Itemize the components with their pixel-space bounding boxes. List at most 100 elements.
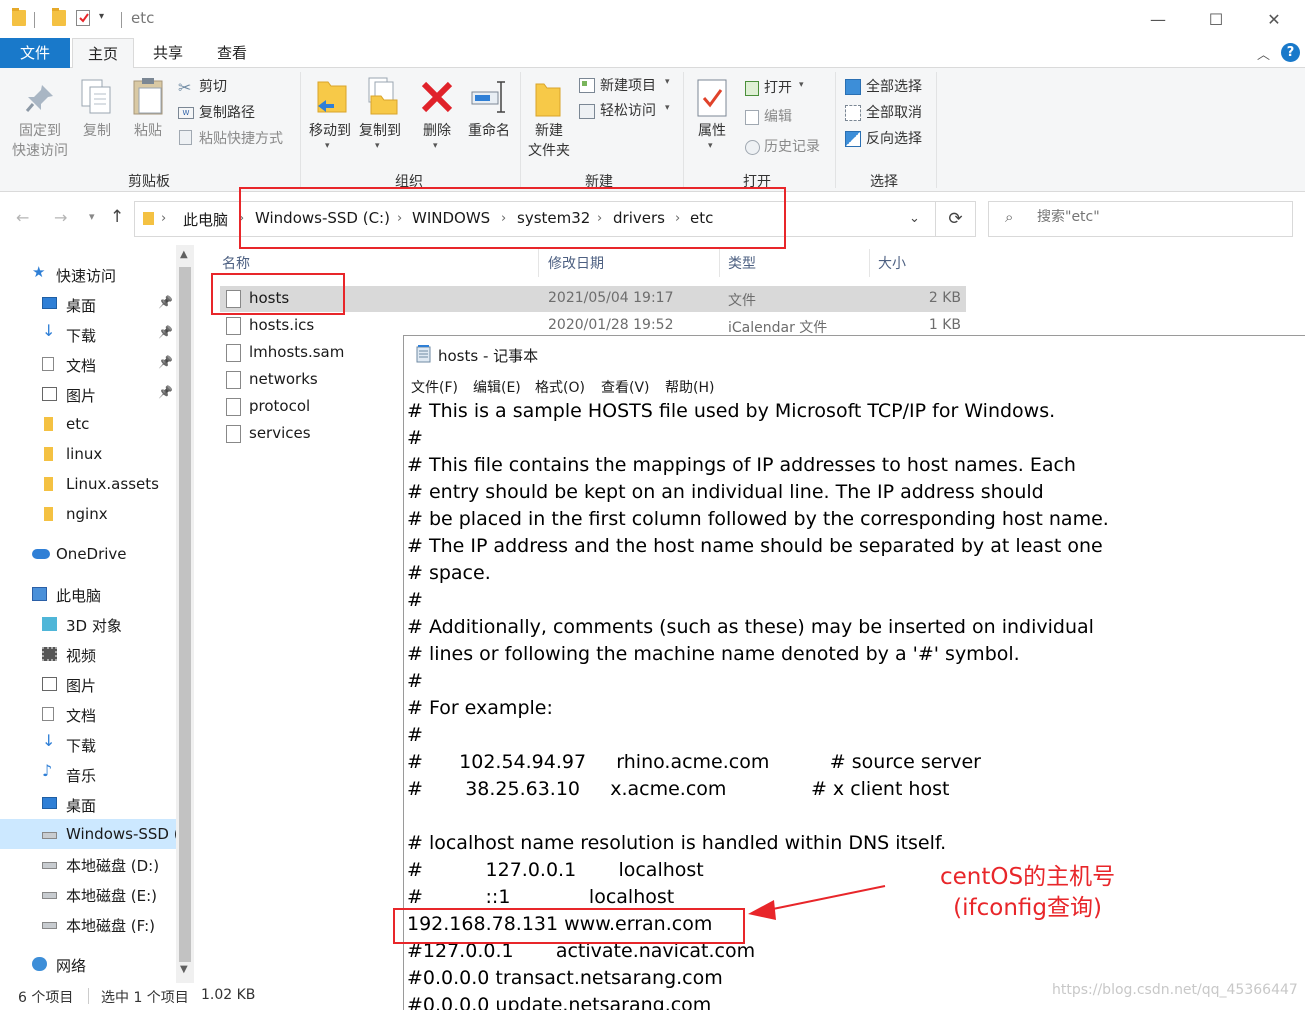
- breadcrumb-separator[interactable]: ›: [161, 211, 166, 226]
- selected-size: 1.02 KB: [201, 987, 256, 1003]
- menu-edit[interactable]: 编辑(E): [473, 377, 521, 397]
- properties-label: 属性: [698, 123, 726, 139]
- column-header-type[interactable]: 类型: [728, 253, 756, 273]
- paste-shortcut-label: 粘贴快捷方式: [199, 131, 283, 147]
- folder-icon: [44, 447, 53, 461]
- new-item-label: 新建项目: [600, 78, 656, 94]
- pin-icon: 📌: [158, 295, 173, 309]
- edit-icon: [745, 110, 759, 125]
- nav-item[interactable]: 网络: [0, 949, 176, 979]
- nav-item-label: 文档: [66, 707, 97, 725]
- tab-file[interactable]: 文件: [0, 38, 70, 68]
- nav-item[interactable]: 桌面: [0, 789, 176, 819]
- nav-scrollbar-thumb[interactable]: [179, 267, 191, 962]
- menu-view[interactable]: 查看(V): [601, 377, 650, 397]
- title-bar: ▾ etc — ☐ ✕: [0, 0, 1305, 38]
- column-header-date[interactable]: 修改日期: [548, 253, 604, 273]
- scissors-icon: ✂: [178, 78, 192, 97]
- tab-share[interactable]: 共享: [140, 38, 196, 68]
- tab-view[interactable]: 查看: [204, 38, 260, 68]
- close-button[interactable]: ✕: [1245, 0, 1303, 38]
- notepad-title-bar[interactable]: hosts - 记事本: [404, 336, 1305, 372]
- nav-item[interactable]: 本地磁盘 (E:): [0, 879, 176, 909]
- column-header-name[interactable]: 名称: [222, 253, 250, 273]
- file-size: 2 KB: [928, 290, 961, 306]
- nav-item[interactable]: ↓ 下载: [0, 729, 176, 759]
- maximize-button[interactable]: ☐: [1187, 0, 1245, 38]
- up-icon[interactable]: ↑: [110, 207, 124, 227]
- collapse-ribbon-icon[interactable]: ︿: [1257, 44, 1270, 63]
- nav-item[interactable]: ♪ 音乐: [0, 759, 176, 789]
- breadcrumb-this-pc[interactable]: 此电脑: [183, 209, 228, 230]
- nav-item[interactable]: linux: [0, 439, 176, 469]
- column-header-size[interactable]: 大小: [878, 253, 906, 273]
- nav-item[interactable]: 3D 对象: [0, 609, 176, 639]
- column-separator[interactable]: [538, 249, 539, 277]
- scroll-down-icon[interactable]: ▼: [180, 964, 188, 975]
- recent-locations-icon[interactable]: ▾: [89, 210, 95, 223]
- file-name: lmhosts.sam: [249, 343, 345, 361]
- nav-item-label: linux: [66, 445, 103, 463]
- rename-icon: [471, 81, 505, 113]
- file-icon: [226, 371, 241, 389]
- folder-icon: [12, 8, 26, 26]
- nav-item[interactable]: 桌面 📌: [0, 289, 176, 319]
- nav-item[interactable]: 本地磁盘 (D:): [0, 849, 176, 879]
- cube-icon: [42, 617, 57, 631]
- nav-item[interactable]: Linux.assets: [0, 469, 176, 499]
- select-none-icon: [845, 105, 861, 121]
- nav-item[interactable]: nginx: [0, 499, 176, 529]
- minimize-button[interactable]: —: [1129, 0, 1187, 38]
- paste-label: 粘贴: [134, 123, 162, 139]
- copy-icon: [81, 79, 111, 114]
- document-icon: [42, 707, 54, 721]
- file-icon: [226, 344, 241, 362]
- forward-icon[interactable]: →: [54, 208, 67, 227]
- nav-item[interactable]: ★ 快速访问: [0, 259, 176, 289]
- nav-item[interactable]: 图片 📌: [0, 379, 176, 409]
- help-icon[interactable]: ?: [1281, 43, 1300, 62]
- column-separator[interactable]: [869, 249, 870, 277]
- nav-item[interactable]: 本地磁盘 (F:): [0, 909, 176, 939]
- nav-item[interactable]: 视频: [0, 639, 176, 669]
- nav-item[interactable]: ↓ 下载 📌: [0, 319, 176, 349]
- file-icon: [226, 425, 241, 443]
- nav-item[interactable]: etc: [0, 409, 176, 439]
- nav-item[interactable]: OneDrive: [0, 539, 176, 569]
- delete-label: 删除: [423, 123, 451, 139]
- address-history-chevron-icon[interactable]: ⌄: [909, 211, 920, 226]
- column-separator[interactable]: [719, 249, 720, 277]
- search-input[interactable]: [1037, 209, 1277, 225]
- music-icon: ♪: [42, 761, 53, 780]
- nav-scrollbar[interactable]: ▲ ▼: [176, 245, 194, 983]
- folder-icon: [44, 507, 53, 521]
- nav-item-label: 桌面: [66, 797, 97, 815]
- nav-item[interactable]: Windows-SSD (: [0, 819, 180, 849]
- path-icon: W: [178, 107, 194, 119]
- document-icon: [42, 357, 54, 371]
- back-icon[interactable]: ←: [16, 208, 29, 227]
- title-separator: [121, 12, 122, 28]
- nav-item[interactable]: 此电脑: [0, 579, 176, 609]
- nav-item[interactable]: 文档 📌: [0, 349, 176, 379]
- nav-item[interactable]: 图片: [0, 669, 176, 699]
- file-type: iCalendar 文件: [728, 320, 828, 336]
- desktop-icon: [42, 297, 57, 309]
- drive-icon: [42, 892, 57, 899]
- menu-format[interactable]: 格式(O): [535, 377, 585, 397]
- nav-item[interactable]: 文档: [0, 699, 176, 729]
- nav-item-label: Linux.assets: [66, 475, 159, 493]
- search-box[interactable]: ⌕: [988, 201, 1293, 237]
- menu-file[interactable]: 文件(F): [411, 377, 458, 397]
- status-bar: 6 个项目 选中 1 个项目 1.02 KB: [0, 983, 404, 1010]
- properties-quick-icon[interactable]: [76, 10, 90, 26]
- customize-quick-access-icon[interactable]: ▾: [99, 11, 104, 22]
- refresh-icon[interactable]: ⟳: [936, 201, 976, 237]
- menu-help[interactable]: 帮助(H): [665, 377, 714, 397]
- folder-icon: [44, 477, 53, 491]
- copy-to-label: 复制到: [359, 123, 401, 139]
- new-folder-quick-icon[interactable]: [52, 8, 66, 26]
- tab-home[interactable]: 主页: [72, 38, 134, 69]
- nav-item-label: 本地磁盘 (E:): [66, 887, 158, 905]
- scroll-up-icon[interactable]: ▲: [180, 249, 188, 260]
